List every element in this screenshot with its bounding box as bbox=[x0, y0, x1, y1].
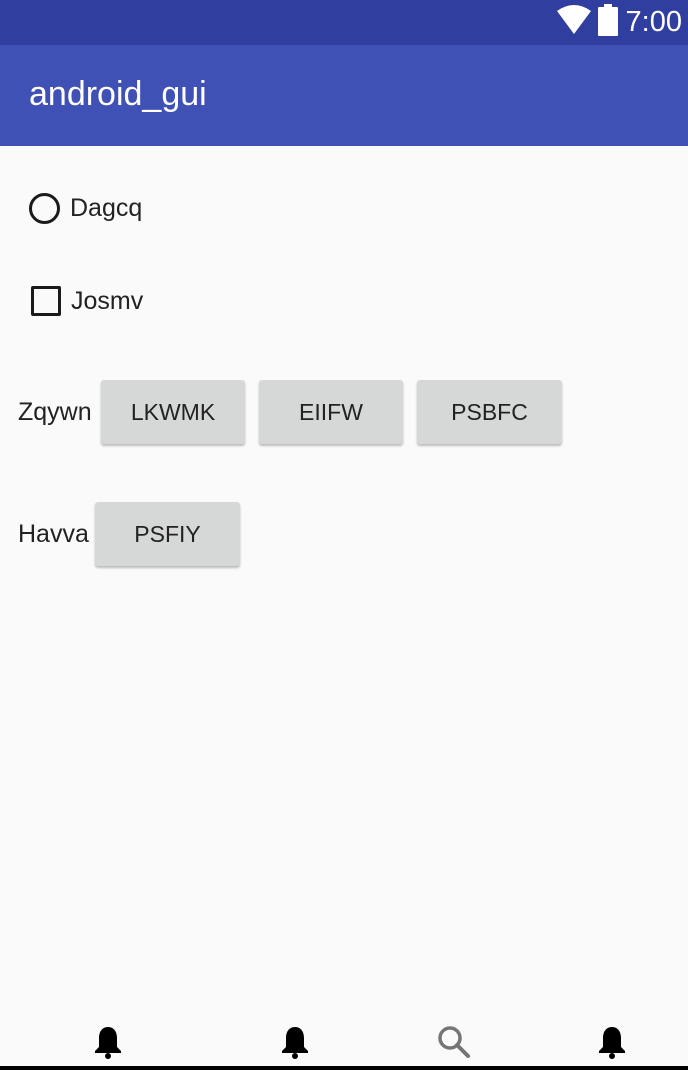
app-bar: android_gui bbox=[0, 45, 688, 146]
radio-dagcq[interactable]: Dagcq bbox=[29, 193, 142, 224]
checkbox-josmv[interactable]: Josmv bbox=[29, 286, 143, 316]
button-eiifw[interactable]: EIIFW bbox=[259, 380, 403, 444]
bell-icon[interactable] bbox=[93, 1025, 123, 1064]
status-time: 7:00 bbox=[625, 6, 682, 38]
battery-icon bbox=[597, 4, 618, 41]
row-label-havva: Havva bbox=[18, 520, 89, 548]
bell-icon[interactable] bbox=[597, 1025, 627, 1064]
wifi-icon bbox=[556, 5, 592, 40]
checkbox-box-icon[interactable] bbox=[31, 286, 61, 316]
radio-label: Dagcq bbox=[70, 194, 143, 222]
search-icon[interactable] bbox=[437, 1025, 471, 1064]
button-psfiy[interactable]: PSFIY bbox=[95, 502, 240, 566]
status-bar: 7:00 bbox=[0, 0, 688, 45]
checkbox-label: Josmv bbox=[71, 286, 144, 315]
bottom-nav bbox=[0, 1020, 688, 1070]
button-psbfc[interactable]: PSBFC bbox=[417, 380, 562, 444]
status-icons: 7:00 bbox=[556, 0, 682, 45]
bell-icon[interactable] bbox=[280, 1025, 310, 1064]
bottom-divider bbox=[0, 1066, 688, 1070]
button-lkwmk[interactable]: LKWMK bbox=[101, 380, 245, 444]
radio-circle-icon[interactable] bbox=[29, 193, 60, 224]
row-label-zqywn: Zqywn bbox=[18, 398, 92, 426]
app-title: android_gui bbox=[29, 75, 207, 113]
